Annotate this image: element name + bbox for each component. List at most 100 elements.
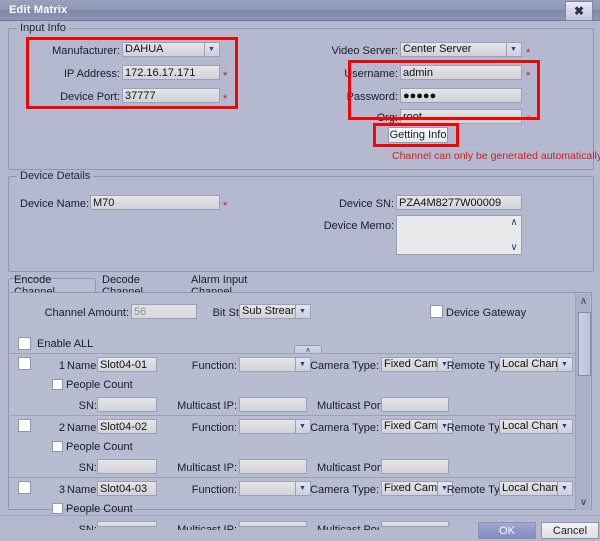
row-function-label: Function: — [191, 422, 237, 434]
row-function-select[interactable]: ▼ — [239, 481, 311, 496]
row-people-count-checkbox[interactable] — [52, 503, 63, 514]
chevron-down-icon[interactable]: ▼ — [557, 482, 571, 495]
row-multicast-ip-input[interactable] — [239, 397, 307, 412]
page-title: Edit Matrix — [9, 4, 68, 16]
org-required-mark: * — [526, 114, 531, 126]
row-multicast-port-input[interactable] — [381, 397, 449, 412]
password-input[interactable] — [400, 88, 522, 103]
row-sn-label: SN: — [78, 400, 97, 412]
device-memo-label: Device Memo: — [323, 220, 394, 232]
device-sn-label: Device SN: — [338, 198, 394, 210]
table-row-checkbox[interactable] — [18, 481, 31, 494]
ip-address-label: IP Address: — [63, 68, 120, 80]
enable-all-label: Enable ALL — [37, 338, 94, 350]
video-server-select[interactable]: Center Server ▼ — [400, 42, 522, 57]
channel-list-scrollbar[interactable]: ∧ ∨ — [575, 294, 591, 510]
row-multicast-port-label: Multicast Port: — [317, 400, 387, 412]
row-sn-input[interactable] — [97, 397, 157, 412]
ok-button[interactable]: OK — [478, 522, 536, 539]
tab-decode-channel[interactable]: Decode Channel — [97, 274, 185, 298]
manufacturer-select[interactable]: DAHUA ▼ — [122, 42, 220, 57]
chevron-down-icon[interactable]: ▼ — [506, 43, 520, 56]
username-input[interactable] — [400, 65, 522, 80]
close-icon[interactable]: ✖ — [565, 1, 593, 21]
chevron-down-icon[interactable]: ▼ — [295, 305, 309, 318]
chevron-down-icon[interactable]: ▼ — [557, 420, 571, 433]
row-separator — [10, 415, 576, 416]
password-label: Password: — [346, 91, 398, 103]
edit-matrix-dialog: Edit Matrix ✖ Input Info Manufacturer: D… — [0, 0, 600, 541]
row-people-count-label: People Count — [66, 379, 133, 391]
scroll-up-icon[interactable]: ∧ — [576, 294, 591, 309]
device-port-input[interactable] — [122, 88, 220, 103]
row-sn-input[interactable] — [97, 521, 157, 527]
device-details-legend: Device Details — [17, 170, 94, 182]
device-port-label: Device Port: — [60, 91, 120, 103]
chevron-down-icon[interactable]: ∨ — [510, 243, 517, 253]
table-row-checkbox[interactable] — [18, 419, 31, 432]
enable-all-checkbox[interactable] — [18, 337, 31, 350]
row-camera-type-select[interactable]: Fixed Camera ▼ — [381, 419, 453, 434]
chevron-down-icon[interactable]: ▼ — [295, 358, 309, 371]
row-separator — [10, 353, 576, 354]
row-people-count-label: People Count — [66, 503, 133, 515]
row-multicast-ip-label: Multicast IP: — [177, 400, 237, 412]
footer-divider — [0, 515, 600, 516]
row-people-count-checkbox[interactable] — [52, 441, 63, 452]
tab-encode-channel[interactable]: Encode Channel — [8, 274, 96, 298]
scrollbar-thumb[interactable] — [578, 312, 591, 376]
row-multicast-ip-input[interactable] — [239, 521, 307, 527]
chevron-up-icon[interactable]: ∧ — [510, 218, 517, 228]
row-function-select[interactable]: ▼ — [239, 419, 311, 434]
device-memo-scrollbar[interactable]: ∧ ∨ — [507, 216, 521, 254]
row-function-select[interactable]: ▼ — [239, 357, 311, 372]
row-name-input[interactable] — [97, 419, 157, 434]
row-remote-type-select[interactable]: Local Channel ▼ — [499, 357, 573, 372]
row-camera-type-select[interactable]: Fixed Camera ▼ — [381, 357, 453, 372]
row-multicast-port-input[interactable] — [381, 521, 449, 527]
row-sn-label: SN: — [78, 462, 97, 474]
chevron-down-icon[interactable]: ▼ — [295, 482, 309, 495]
device-sn-input[interactable] — [396, 195, 522, 210]
row-camera-type-value: Fixed Camera — [384, 420, 437, 432]
row-remote-type-select[interactable]: Local Channel ▼ — [499, 419, 573, 434]
row-camera-type-select[interactable]: Fixed Camera ▼ — [381, 481, 453, 496]
row-name-input[interactable] — [97, 481, 157, 496]
row-multicast-ip-label: Multicast IP: — [177, 462, 237, 474]
row-multicast-ip-input[interactable] — [239, 459, 307, 474]
device-gateway-checkbox[interactable] — [430, 305, 443, 318]
chevron-down-icon[interactable]: ▼ — [204, 43, 218, 56]
row-remote-type-select[interactable]: Local Channel ▼ — [499, 481, 573, 496]
scroll-down-icon[interactable]: ∨ — [576, 495, 591, 510]
cancel-button[interactable]: Cancel — [541, 522, 599, 539]
row-function-label: Function: — [191, 484, 237, 496]
row-people-count-checkbox[interactable] — [52, 379, 63, 390]
table-row-index: 2 — [58, 422, 65, 434]
org-input[interactable] — [400, 109, 522, 124]
device-name-input[interactable] — [90, 195, 220, 210]
row-name-input[interactable] — [97, 357, 157, 372]
chevron-down-icon[interactable]: ▼ — [557, 358, 571, 371]
table-row-index: 1 — [58, 360, 65, 372]
tab-alarm-input-channel[interactable]: Alarm Input Channel — [186, 274, 296, 298]
row-camera-type-value: Fixed Camera — [384, 482, 437, 494]
device-name-required-mark: * — [223, 200, 228, 212]
row-sn-input[interactable] — [97, 459, 157, 474]
input-info-legend: Input Info — [17, 22, 69, 34]
ip-address-input[interactable] — [122, 65, 220, 80]
chevron-down-icon[interactable]: ▼ — [295, 420, 309, 433]
device-memo-textarea[interactable]: ∧ ∨ — [396, 215, 522, 255]
bit-stream-value: Sub Stream — [242, 305, 295, 317]
row-multicast-port-label: Multicast Port: — [317, 524, 379, 530]
video-server-value: Center Server — [403, 43, 472, 55]
row-multicast-ip-label: Multicast IP: — [177, 524, 237, 530]
table-row-checkbox[interactable] — [18, 357, 31, 370]
row-multicast-port-input[interactable] — [381, 459, 449, 474]
row-remote-type-value: Local Channel — [502, 482, 557, 494]
channel-amount-input[interactable] — [131, 304, 197, 319]
getting-info-button[interactable]: Getting Info — [388, 127, 448, 143]
device-gateway-label: Device Gateway — [446, 307, 527, 319]
org-label: Org: — [376, 112, 398, 124]
username-label: Username: — [344, 68, 398, 80]
bit-stream-select[interactable]: Sub Stream ▼ — [239, 304, 311, 319]
